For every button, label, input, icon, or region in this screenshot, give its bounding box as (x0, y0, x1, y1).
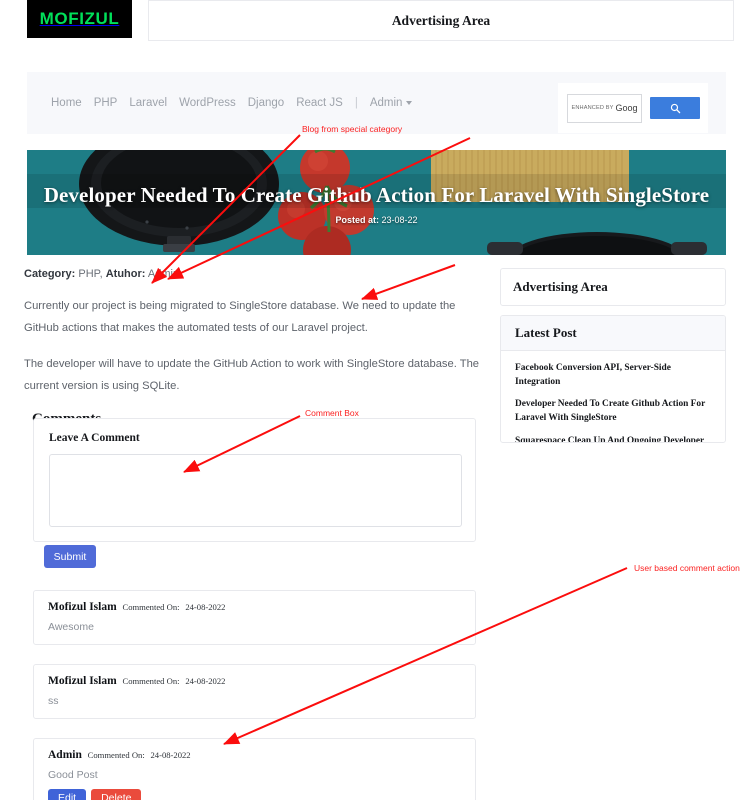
latest-post-item[interactable]: Facebook Conversion API, Server-Side Int… (515, 362, 711, 389)
nav-item-admin-label: Admin (369, 97, 403, 109)
post-title: Developer Needed To Create Github Action… (43, 183, 710, 207)
post-meta: Category: PHP, Atuhor: Admin (24, 268, 486, 280)
annotation-label-comment-action: User based comment action (634, 563, 740, 573)
sidebar-advertising-area: Advertising Area (500, 268, 726, 306)
post-date-value: 23-08-22 (381, 215, 418, 225)
comment-textarea[interactable] (49, 454, 462, 527)
post-author-value: Admin (147, 268, 180, 280)
article-content: Category: PHP, Atuhor: Admin Currently o… (24, 268, 486, 428)
submit-comment-button[interactable]: Submit (44, 545, 96, 568)
comment-author: Mofizul Islam (48, 675, 117, 687)
comment-body: Good Post (48, 769, 98, 781)
comment-author: Admin (48, 749, 82, 761)
nav-links: Home PHP Laravel WordPress Django React … (45, 97, 418, 109)
site-header: MOFIZUL Advertising Area (0, 0, 753, 48)
search-input[interactable]: ENHANCED BY Goog (567, 93, 642, 123)
nav-item-php[interactable]: PHP (88, 97, 124, 109)
post-hero-banner: Developer Needed To Create Github Action… (27, 150, 726, 255)
site-logo[interactable]: MOFIZUL (27, 0, 132, 38)
google-search-widget: ENHANCED BY Goog (558, 83, 708, 133)
edit-comment-button[interactable]: Edit (48, 789, 87, 800)
page-root: MOFIZUL Advertising Area Home PHP Larave… (0, 0, 753, 800)
comment-item: Mofizul Islam Commented On: 24-08-2022 s… (33, 664, 476, 719)
main-navbar: Home PHP Laravel WordPress Django React … (27, 72, 726, 134)
comment-date-value: 24-08-2022 (185, 676, 226, 686)
latest-post-header: Latest Post (501, 316, 725, 351)
post-author-label: Atuhor: (105, 268, 146, 280)
sidebar-advertising-label: Advertising Area (513, 279, 608, 294)
comment-date-label: Commented On: (87, 750, 145, 760)
comment-body: ss (48, 695, 59, 707)
post-category-value: PHP, (78, 268, 103, 280)
header-advertising-area: Advertising Area (148, 0, 734, 41)
search-icon (670, 103, 680, 113)
post-category-label: Category: (24, 268, 76, 280)
post-paragraph: Currently our project is being migrated … (24, 300, 456, 334)
nav-item-django[interactable]: Django (242, 97, 290, 109)
post-paragraph: The developer will have to update the Gi… (24, 357, 480, 392)
delete-comment-button[interactable]: Delete (91, 789, 142, 800)
latest-post-list: Facebook Conversion API, Server-Side Int… (501, 351, 725, 443)
comment-meta: Mofizul Islam Commented On: 24-08-2022 (48, 601, 461, 613)
comment-meta: Admin Commented On: 24-08-2022 (48, 749, 461, 761)
header-advertising-label: Advertising Area (391, 12, 491, 28)
nav-separator: | (354, 97, 358, 109)
latest-post-widget: Latest Post Facebook Conversion API, Ser… (500, 315, 726, 443)
comment-date-value: 24-08-2022 (185, 602, 226, 612)
search-branding-prefix: ENHANCED BY (571, 105, 614, 111)
chevron-down-icon (406, 100, 413, 105)
comment-item: Admin Commented On: 24-08-2022 Good Post… (33, 738, 476, 800)
nav-item-wordpress[interactable]: WordPress (173, 97, 242, 109)
search-branding-brand: Goog (615, 103, 638, 113)
search-button[interactable] (650, 97, 700, 119)
comment-form-title: Leave A Comment (49, 432, 140, 444)
comment-form-card: Leave A Comment (33, 418, 476, 542)
comment-meta: Mofizul Islam Commented On: 24-08-2022 (48, 675, 461, 687)
post-date-label: Posted at: (335, 215, 379, 225)
nav-item-home[interactable]: Home (45, 97, 88, 109)
nav-item-admin-dropdown[interactable]: Admin (364, 97, 419, 109)
comment-date-label: Commented On: (122, 676, 180, 686)
nav-item-reactjs[interactable]: React JS (290, 97, 349, 109)
nav-item-laravel[interactable]: Laravel (123, 97, 173, 109)
latest-post-item[interactable]: Developer Needed To Create Github Action… (515, 398, 711, 425)
comment-actions: Edit Delete (48, 789, 461, 800)
latest-post-item[interactable]: Squarespace Clean Up And Ongoing Develop… (515, 435, 711, 443)
latest-post-title: Latest Post (515, 325, 577, 340)
comment-body: Awesome (48, 621, 94, 633)
comment-date-value: 24-08-2022 (150, 750, 191, 760)
comment-date-label: Commented On: (122, 602, 180, 612)
post-date: Posted at: 23-08-22 (27, 215, 726, 225)
site-logo-text: MOFIZUL (39, 9, 120, 28)
comment-item: Mofizul Islam Commented On: 24-08-2022 A… (33, 590, 476, 645)
comment-author: Mofizul Islam (48, 601, 117, 613)
